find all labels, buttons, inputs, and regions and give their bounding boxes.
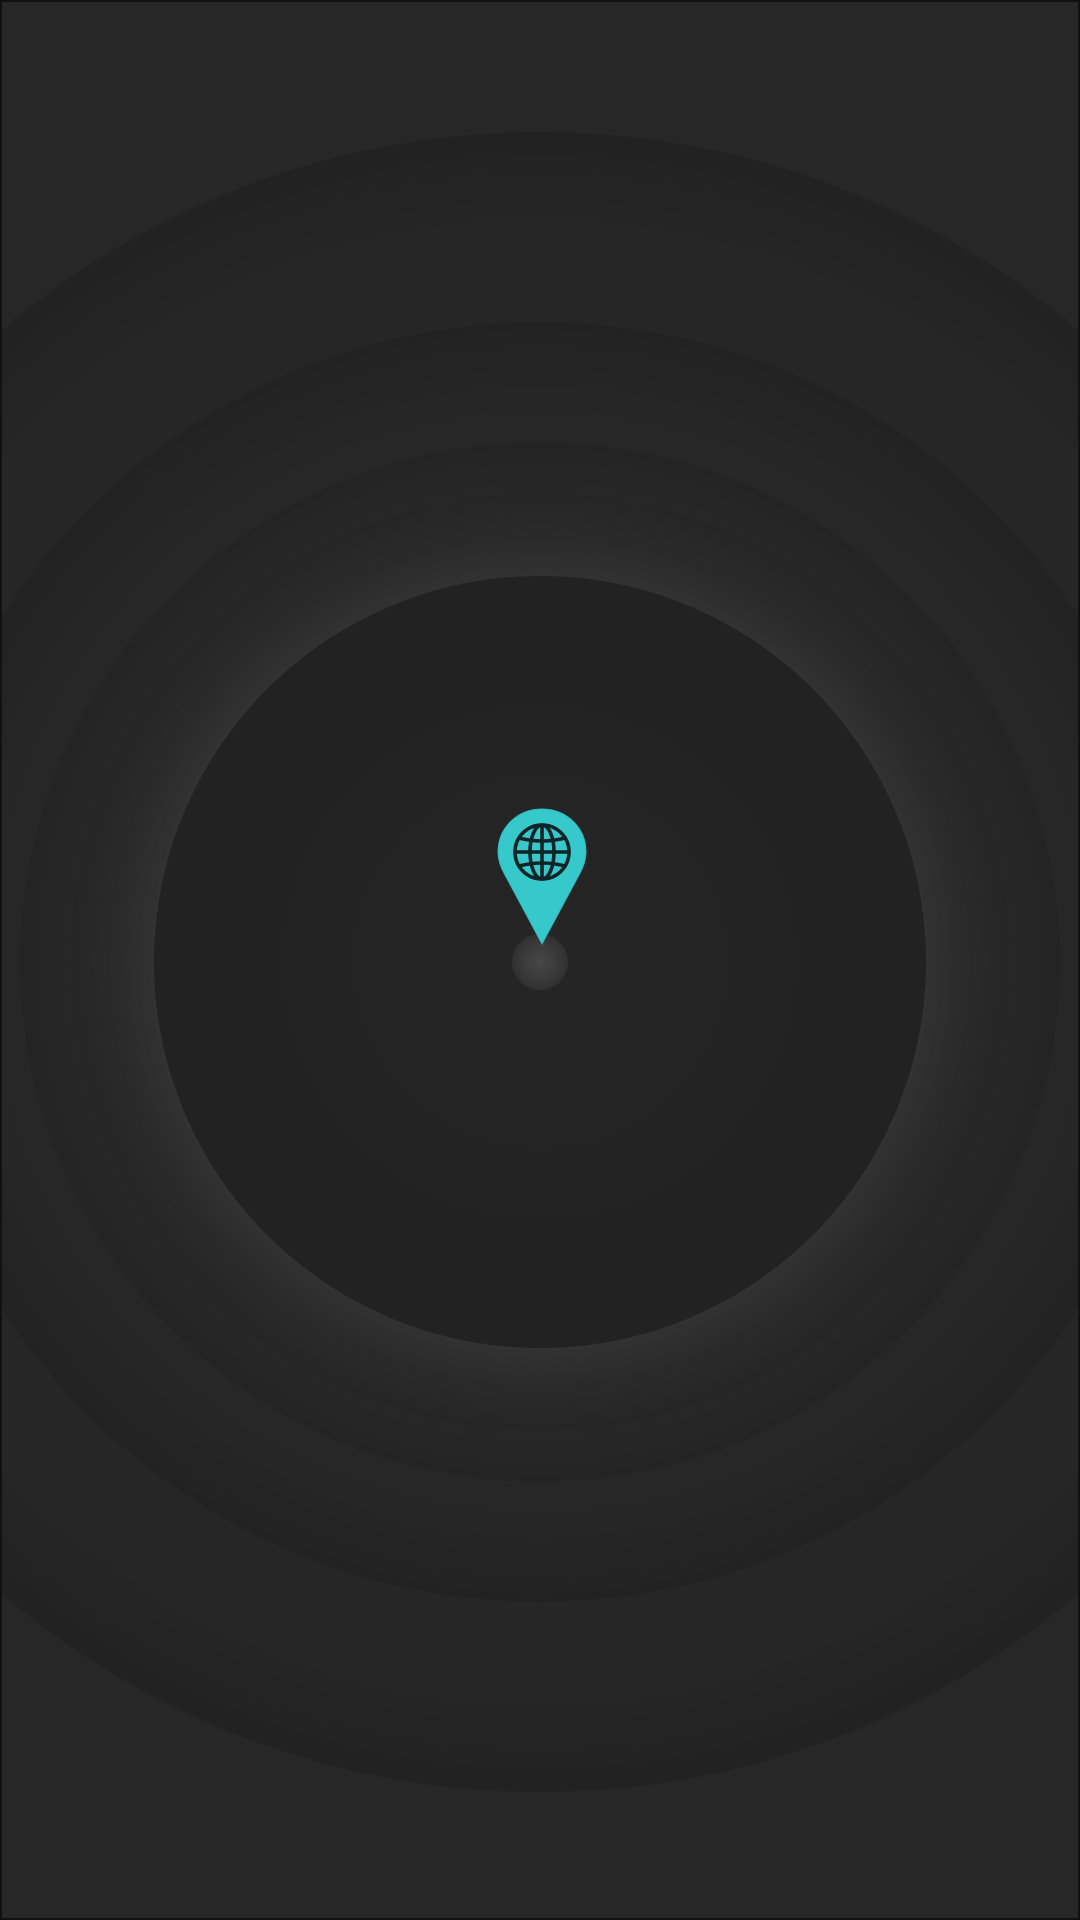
map-screen [0, 0, 1080, 1920]
globe-icon [513, 823, 571, 881]
location-pin-icon[interactable] [496, 807, 588, 945]
